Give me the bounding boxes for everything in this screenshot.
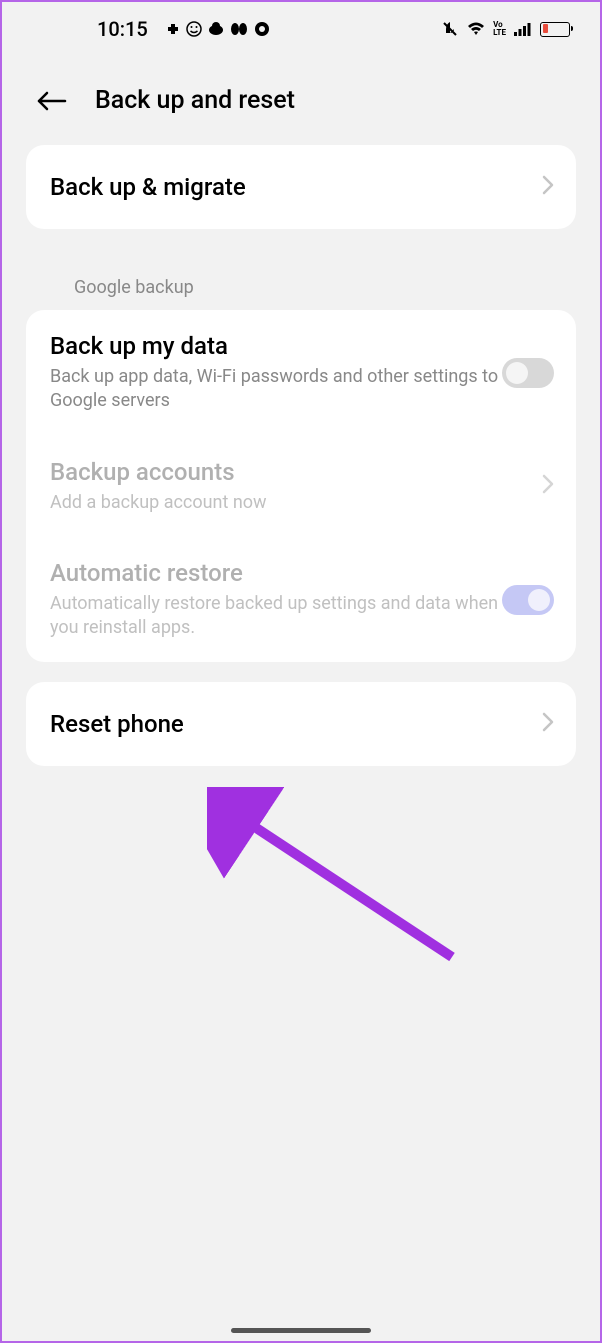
battery-level-low [543, 24, 548, 33]
backup-accounts-item[interactable]: Backup accounts Add a backup account now [26, 436, 576, 537]
automatic-restore-title: Automatic restore [50, 559, 502, 587]
item-text: Automatic restore Automatically restore … [50, 559, 502, 641]
backup-migrate-card: Back up & migrate [26, 145, 576, 229]
status-time: 10:15 [97, 17, 148, 41]
automatic-restore-toggle[interactable] [502, 585, 554, 615]
chevron-right-icon [542, 474, 554, 498]
page-title: Back up and reset [95, 86, 295, 115]
battery-icon [540, 22, 570, 37]
chevron-right-icon [542, 712, 554, 736]
reset-phone-card: Reset phone [26, 682, 576, 766]
reset-phone-title: Reset phone [50, 710, 542, 738]
app-icon-2 [186, 21, 202, 37]
reset-phone-item[interactable]: Reset phone [26, 682, 576, 766]
backup-migrate-title: Back up & migrate [50, 173, 542, 201]
chevron-right-icon [542, 175, 554, 199]
volte-icon: VoLTE [493, 21, 506, 37]
app-icon-3 [208, 22, 224, 36]
annotation-arrow [207, 787, 467, 977]
automatic-restore-subtitle: Automatically restore backed up settings… [50, 592, 502, 641]
status-notification-icons [166, 21, 270, 37]
item-text: Back up & migrate [50, 173, 542, 201]
content: Back up & migrate Google backup Back up … [2, 145, 600, 766]
wifi-icon [466, 21, 486, 37]
mute-icon [441, 20, 459, 38]
back-button[interactable] [37, 91, 67, 111]
backup-my-data-toggle[interactable] [502, 358, 554, 388]
backup-my-data-title: Back up my data [50, 332, 502, 360]
backup-migrate-item[interactable]: Back up & migrate [26, 145, 576, 229]
app-icon-4 [230, 22, 248, 36]
home-indicator[interactable] [231, 1328, 371, 1333]
status-right: VoLTE [441, 20, 570, 38]
google-backup-label: Google backup [26, 249, 576, 310]
backup-accounts-subtitle: Add a backup account now [50, 491, 542, 515]
app-icon-5 [254, 21, 270, 37]
backup-accounts-title: Backup accounts [50, 458, 542, 486]
signal-icon [513, 21, 533, 37]
arrow-left-icon [37, 91, 67, 111]
item-text: Back up my data Back up app data, Wi-Fi … [50, 332, 502, 414]
status-left: 10:15 [97, 17, 270, 41]
google-backup-card: Back up my data Back up app data, Wi-Fi … [26, 310, 576, 662]
backup-my-data-subtitle: Back up app data, Wi-Fi passwords and ot… [50, 365, 502, 414]
status-bar: 10:15 VoLTE [2, 2, 600, 56]
page-header: Back up and reset [2, 56, 600, 145]
automatic-restore-item[interactable]: Automatic restore Automatically restore … [26, 537, 576, 663]
backup-my-data-item[interactable]: Back up my data Back up app data, Wi-Fi … [26, 310, 576, 436]
item-text: Backup accounts Add a backup account now [50, 458, 542, 515]
item-text: Reset phone [50, 710, 542, 738]
app-icon-1 [166, 22, 180, 36]
